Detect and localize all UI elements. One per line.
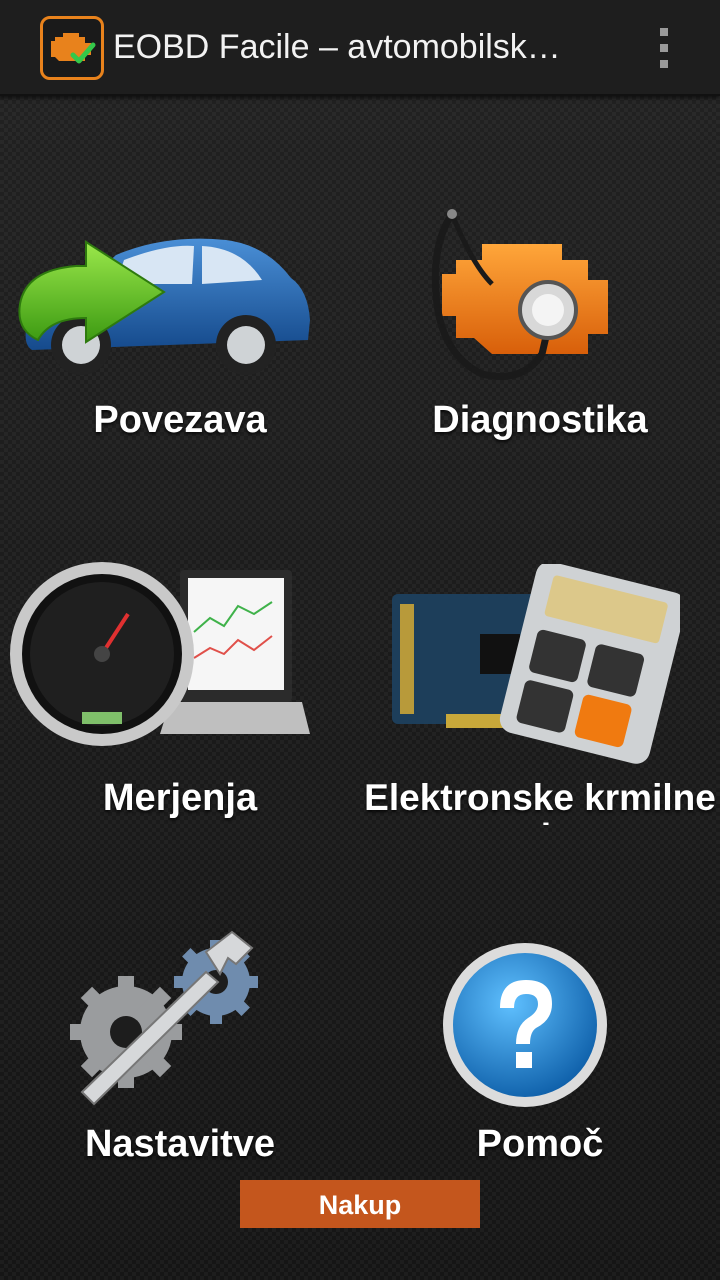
tile-label: Merjenja [102, 777, 258, 819]
action-bar: EOBD Facile – avtomobilsk… [0, 0, 720, 96]
engine-stethoscope-icon [431, 209, 608, 380]
speedometer-laptop-icon [10, 562, 310, 746]
tile-diagnostika[interactable]: Diagnostika [360, 190, 720, 520]
ecu-calculator-icon [392, 564, 680, 764]
help-question-icon [443, 943, 607, 1107]
tile-label: Pomoč [476, 1123, 604, 1165]
tile-elektronske-krmilne[interactable]: Elektronske krmilne - [360, 560, 720, 890]
tile-label-overflow: - [542, 812, 550, 834]
app-icon[interactable] [40, 16, 104, 80]
tile-label: Diagnostika [432, 399, 648, 441]
gears-wrench-icon [70, 930, 258, 1106]
car-connect-icon [18, 238, 310, 375]
tile-label: Povezava [93, 399, 267, 441]
app-title: EOBD Facile – avtomobilsk… [113, 28, 561, 66]
engine-check-icon [51, 33, 96, 64]
tile-povezava[interactable]: Povezava [0, 190, 360, 520]
tile-merjenja[interactable]: Merjenja [0, 560, 360, 890]
tile-label: Nastavitve [84, 1123, 276, 1165]
buy-button[interactable]: Nakup [240, 1180, 480, 1228]
more-vert-icon[interactable] [650, 24, 678, 72]
